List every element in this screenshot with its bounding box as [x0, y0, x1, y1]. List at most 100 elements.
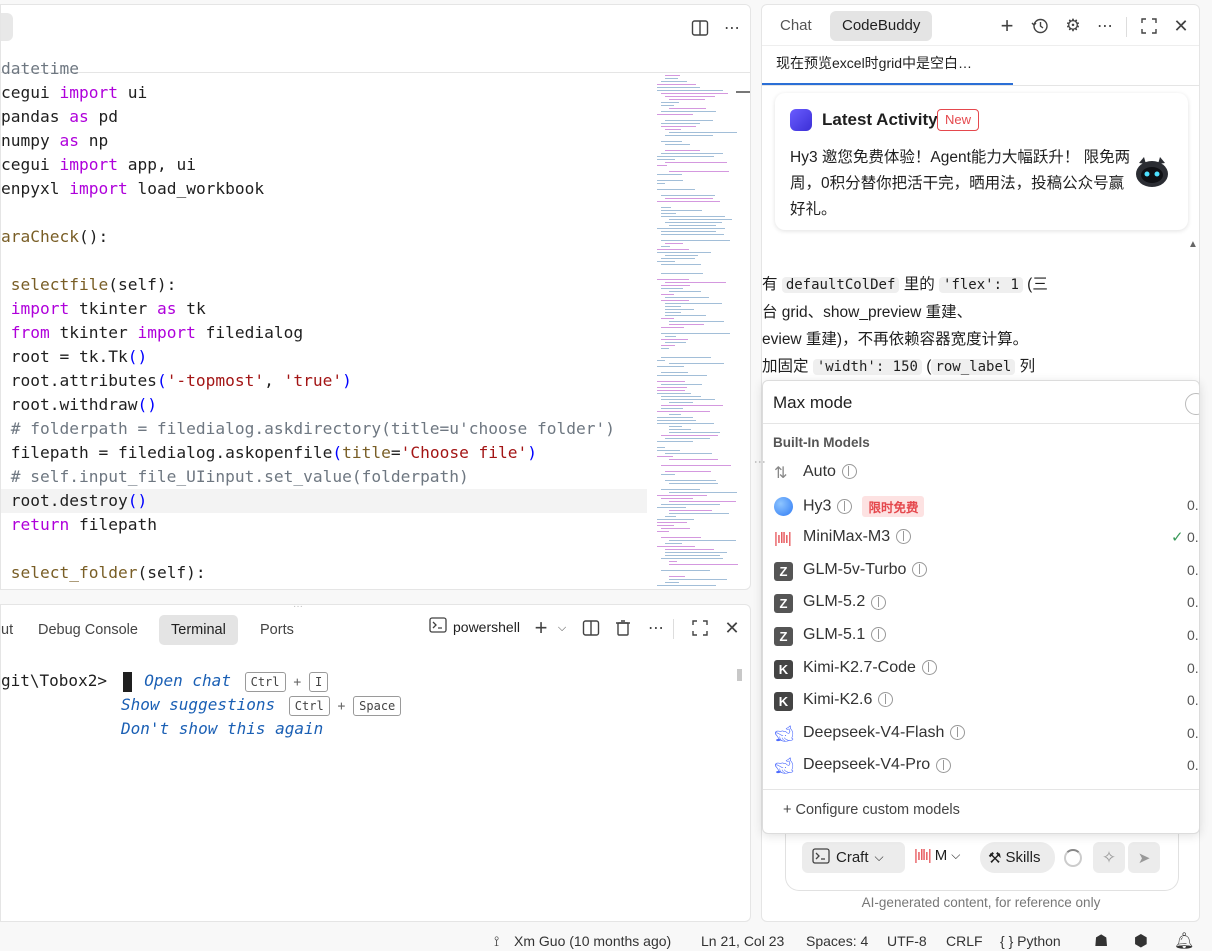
minimap-line — [669, 414, 682, 415]
code-line[interactable]: pandas as pd — [1, 105, 118, 129]
code-line[interactable]: cegui import ui — [1, 81, 147, 105]
model-option-minimax-m3[interactable]: |ıllı| MiniMax-M3 ✓ 0. — [763, 523, 1199, 555]
editor-tab[interactable] — [1, 13, 13, 41]
split-terminal-icon[interactable] — [580, 617, 602, 639]
configure-custom-models-button[interactable]: + Configure custom models — [783, 802, 960, 818]
close-icon[interactable]: ✕ — [1170, 15, 1192, 37]
minimap-line — [661, 348, 670, 349]
tab-ports[interactable]: Ports — [248, 615, 306, 645]
model-option-auto[interactable]: ⇅ Auto — [763, 458, 1199, 490]
open-chat-hint[interactable]: Open chat — [144, 671, 231, 690]
tab-debug-console[interactable]: Debug Console — [26, 615, 150, 645]
minimap-line — [669, 171, 730, 172]
split-editor-icon[interactable] — [689, 17, 711, 39]
more-actions-icon[interactable]: ⋯ — [721, 17, 743, 39]
code-token: filedialog — [195, 323, 304, 342]
minimap-line — [661, 327, 685, 328]
codebuddy-icon[interactable]: ⬢ — [1134, 931, 1148, 951]
model-option-deepseek-v4-flash[interactable]: 🐋︎ Deepseek-V4-Flash 0. — [763, 719, 1199, 751]
git-blame[interactable]: Xm Guo (10 months ago) — [514, 933, 671, 949]
activity-title: Latest Activity — [822, 110, 938, 129]
minimap-line — [661, 528, 691, 529]
skills-button[interactable]: ⚒ Skills — [980, 842, 1055, 873]
send-icon[interactable]: ➤ — [1128, 842, 1160, 873]
code-line[interactable]: numpy as np — [1, 129, 108, 153]
code-line[interactable]: root.withdraw() — [1, 393, 157, 417]
code-line[interactable]: filepath = filedialog.askopenfile(title=… — [1, 441, 537, 465]
sash-dots[interactable]: ··· — [293, 605, 303, 612]
line-ending[interactable]: CRLF — [946, 933, 983, 949]
language-mode[interactable]: { } Python — [1000, 933, 1061, 949]
copilot-icon[interactable]: ☗ — [1094, 931, 1108, 951]
code-line[interactable]: return filepath — [1, 513, 157, 537]
minimap-line — [661, 333, 730, 334]
model-option-kimi-k2-7-code[interactable]: K Kimi-K2.7-Code 0. — [763, 654, 1199, 686]
craft-mode-button[interactable]: Craft ⌵ — [802, 842, 905, 873]
show-suggestions-hint[interactable]: Show suggestions — [121, 695, 275, 714]
more-actions-icon[interactable]: ⋯ — [1094, 15, 1116, 37]
new-terminal-icon[interactable]: + — [530, 615, 552, 640]
minimap-line — [665, 198, 713, 199]
more-actions-icon[interactable]: ⋯ — [645, 617, 667, 639]
model-option-deepseek-v4-pro[interactable]: 🐋︎ Deepseek-V4-Pro 0. — [763, 751, 1199, 783]
code-line[interactable]: selectfile(self): — [1, 273, 177, 297]
code-line[interactable]: enpyxl import load_workbook — [1, 177, 264, 201]
encoding[interactable]: UTF-8 — [887, 933, 927, 949]
tab-output[interactable]: ut — [1, 615, 25, 645]
trash-icon[interactable] — [612, 617, 634, 639]
code-token: pd — [88, 107, 118, 126]
code-lines[interactable]: datetime cegui import ui pandas as pd numpy… — [1, 59, 651, 589]
bell-icon[interactable]: 🔔︎ — [1174, 931, 1194, 951]
code-line[interactable]: araCheck(): — [1, 225, 108, 249]
code-line[interactable]: # folderpath = filedialog.askdirectory(t… — [1, 417, 615, 441]
model-option-glm-5-2[interactable]: Z GLM-5.2 0. — [763, 588, 1199, 620]
close-panel-icon[interactable]: ✕ — [721, 617, 743, 639]
enhance-prompt-icon[interactable]: ✧ — [1093, 842, 1125, 873]
code-line[interactable]: root = tk.Tk() — [1, 345, 147, 369]
code-line[interactable]: import tkinter as tk — [1, 297, 206, 321]
tab-chat[interactable]: Chat — [770, 11, 822, 41]
minimap-line — [669, 291, 701, 292]
dont-show-again-hint[interactable]: Don't show this again — [121, 719, 323, 738]
terminal-scrollbar[interactable] — [737, 669, 742, 681]
cursor-position[interactable]: Ln 21, Col 23 — [701, 933, 784, 949]
code-line[interactable]: select_folder(self): — [1, 561, 206, 585]
code-line[interactable]: from tkinter import filedialog — [1, 321, 303, 345]
chevron-down-icon[interactable]: ⌵ — [551, 617, 573, 639]
tab-codebuddy[interactable]: CodeBuddy — [830, 11, 933, 41]
minimap-line — [657, 411, 711, 412]
minimap-line — [665, 549, 714, 550]
model-option-hy3[interactable]: Hy3 限时免费 0. — [763, 491, 1199, 523]
new-chat-icon[interactable]: + — [996, 13, 1018, 38]
model-credit-value: 0. — [1187, 561, 1199, 578]
history-icon[interactable] — [1029, 15, 1051, 37]
terminal-shell-selector[interactable]: powershell — [429, 617, 520, 636]
minimap[interactable] — [653, 73, 750, 589]
model-selector-button[interactable]: |ıllı| M ⌵ — [914, 847, 960, 864]
code-line[interactable]: # self.input_file_UIinput.set_value(fold… — [1, 465, 469, 489]
code-line[interactable]: import tkinter as tk — [1, 585, 206, 589]
code-line[interactable]: root.destroy() — [1, 489, 647, 513]
maximize-panel-icon[interactable] — [689, 617, 711, 639]
model-option-glm-5-1[interactable]: Z GLM-5.1 0. — [763, 621, 1199, 653]
scroll-up-icon[interactable]: ▲ — [1188, 239, 1198, 250]
gear-icon[interactable]: ⚙ — [1062, 15, 1084, 37]
minimap-line — [661, 93, 729, 94]
code-line[interactable]: cegui import app, ui — [1, 153, 196, 177]
code-line[interactable]: datetime — [1, 57, 79, 81]
conversation-tab[interactable]: 现在预览excel时grid中是空白… — [776, 53, 972, 73]
maximize-icon[interactable] — [1138, 15, 1160, 37]
model-option-glm-5v-turbo[interactable]: Z GLM-5v-Turbo 0. — [763, 556, 1199, 588]
model-option-kimi-k2-6[interactable]: K Kimi-K2.6 0. — [763, 686, 1199, 718]
sash-handle[interactable]: ⋮ — [753, 456, 767, 468]
code-editor[interactable]: ⋯ datetime cegui import ui pandas as pd num… — [0, 4, 751, 590]
code-line[interactable]: root.attributes('-topmost', 'true') — [1, 369, 352, 393]
minimap-line — [661, 285, 691, 286]
tab-terminal[interactable]: Terminal — [159, 615, 238, 645]
indentation[interactable]: Spaces: 4 — [806, 933, 868, 949]
minimap-line — [661, 216, 726, 217]
max-mode-toggle[interactable] — [1185, 393, 1199, 415]
minimap-line — [665, 255, 698, 256]
reasoning-icon — [912, 562, 928, 578]
latest-activity-card[interactable]: Latest Activity New Hy3 邀您免费体验！Agent能力大幅… — [775, 93, 1188, 230]
